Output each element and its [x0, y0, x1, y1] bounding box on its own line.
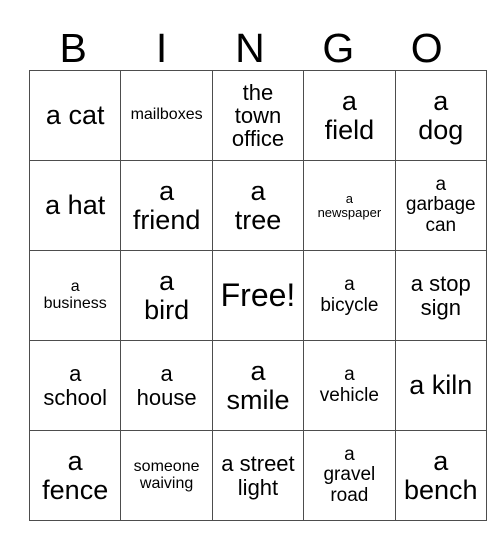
bingo-cell[interactable]: a cat — [28, 70, 122, 161]
bingo-grid-body: a cat mailboxes the town office a field … — [28, 70, 487, 521]
bingo-cell-label: a gravel road — [323, 444, 376, 506]
bingo-cell-label: a bicycle — [320, 274, 379, 316]
bingo-row: a school a house a smile a vehicle a kil… — [28, 340, 487, 431]
bingo-cell[interactable]: a street light — [211, 430, 305, 521]
bingo-header-letter-n: N — [235, 25, 265, 71]
bingo-cell-label: a house — [136, 361, 197, 410]
bingo-cell[interactable]: the town office — [211, 70, 305, 161]
bingo-header-row: B I N G O — [29, 15, 471, 70]
bingo-cell[interactable]: a house — [120, 340, 213, 431]
bingo-cell[interactable]: a field — [303, 70, 396, 161]
bingo-cell-label: the town office — [231, 79, 285, 152]
bingo-cell[interactable]: a gravel road — [303, 430, 396, 521]
bingo-cell[interactable]: a bird — [120, 250, 213, 341]
bingo-cell-label: a dog — [418, 85, 464, 145]
bingo-cell[interactable]: a smile — [211, 340, 305, 431]
bingo-free-cell[interactable]: Free! — [211, 250, 305, 341]
bingo-free-label: Free! — [220, 276, 296, 313]
bingo-cell-label: mailboxes — [130, 106, 203, 124]
bingo-cell-label: a friend — [132, 175, 201, 235]
bingo-cell-label: a tree — [234, 175, 282, 235]
bingo-cell-label: a vehicle — [319, 364, 379, 406]
bingo-cell[interactable]: mailboxes — [120, 70, 213, 161]
bingo-cell-label: a bench — [403, 445, 478, 505]
bingo-header-letter-i: I — [155, 25, 168, 71]
bingo-cell-label: a cat — [45, 100, 105, 131]
bingo-header-letter-o: O — [410, 25, 443, 71]
bingo-row: a cat mailboxes the town office a field … — [28, 70, 487, 161]
bingo-cell[interactable]: a school — [28, 340, 122, 431]
bingo-cell-label: a smile — [226, 355, 290, 415]
bingo-header-letter-b: B — [59, 25, 87, 71]
bingo-row: a fence someone waiving a street light a… — [28, 430, 487, 521]
bingo-cell-label: a stop sign — [410, 271, 471, 320]
bingo-cell[interactable]: a friend — [120, 160, 213, 251]
bingo-cell[interactable]: a fence — [28, 430, 122, 521]
bingo-row: a hat a friend a tree a newspaper a garb… — [28, 160, 487, 251]
bingo-cell-label: a business — [43, 277, 107, 312]
bingo-cell[interactable]: a stop sign — [394, 250, 487, 341]
bingo-cell-label: a hat — [45, 190, 106, 221]
bingo-cell[interactable]: a kiln — [394, 340, 487, 431]
bingo-cell[interactable]: a tree — [211, 160, 305, 251]
bingo-cell-label: a fence — [42, 445, 109, 505]
bingo-cell-label: a bird — [144, 265, 190, 325]
bingo-cell[interactable]: a bicycle — [303, 250, 396, 341]
bingo-cell-label: a field — [324, 85, 375, 145]
bingo-cell[interactable]: a bench — [394, 430, 487, 521]
bingo-cell-label: a garbage can — [405, 174, 476, 236]
bingo-cell[interactable]: a business — [28, 250, 122, 341]
bingo-cell[interactable]: a vehicle — [303, 340, 396, 431]
bingo-header-letter-g: G — [322, 25, 355, 71]
bingo-cell[interactable]: a hat — [28, 160, 122, 251]
bingo-cell-label: a newspaper — [317, 190, 382, 220]
bingo-cell[interactable]: a garbage can — [394, 160, 487, 251]
bingo-cell-label: a street light — [221, 451, 295, 500]
bingo-cell[interactable]: a newspaper — [303, 160, 396, 251]
bingo-cell-label: someone waiving — [133, 457, 200, 492]
bingo-row: a business a bird Free! a bicycle a stop… — [28, 250, 487, 341]
bingo-cell-label: a school — [43, 361, 107, 410]
bingo-cell[interactable]: a dog — [394, 70, 487, 161]
bingo-card: B I N G O a cat mailboxes the town offic… — [28, 15, 487, 521]
bingo-cell-label: a kiln — [409, 370, 473, 401]
bingo-cell[interactable]: someone waiving — [120, 430, 213, 521]
bingo-grid: a cat mailboxes the town office a field … — [28, 70, 487, 521]
